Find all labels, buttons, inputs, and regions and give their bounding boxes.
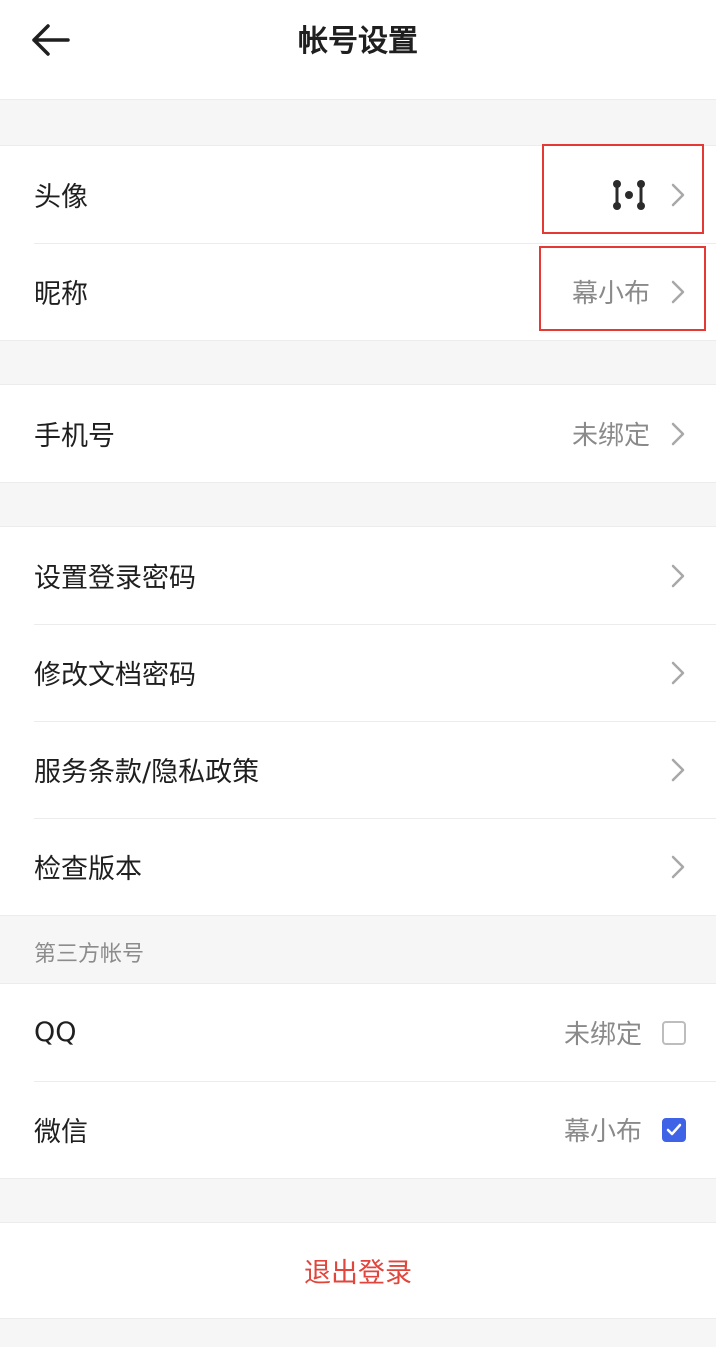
nickname-row[interactable]: 昵称 幕小布 (0, 243, 716, 340)
settings-group: 设置登录密码 修改文档密码 服务条款/隐私政策 检查版本 (0, 526, 716, 916)
change-document-password-row[interactable]: 修改文档密码 (0, 624, 716, 721)
avatar-label: 头像 (34, 182, 88, 213)
phone-value: 未绑定 (571, 421, 650, 451)
phone-label: 手机号 (34, 421, 115, 452)
third-party-section-label: 第三方帐号 (34, 942, 145, 967)
qq-row[interactable]: QQ 未绑定 (0, 984, 716, 1081)
set-login-password-row[interactable]: 设置登录密码 (0, 527, 716, 624)
account-settings-page: 帐号设置 头像 昵称 幕小布 手机号 未绑定 设置登录密码 修改文档密码 服务条… (0, 0, 716, 1347)
wechat-bind-checkbox[interactable] (662, 1117, 686, 1142)
wechat-label: 微信 (34, 1117, 88, 1148)
wechat-row[interactable]: 微信 幕小布 (0, 1081, 716, 1178)
nickname-label: 昵称 (34, 279, 88, 310)
qq-value: 未绑定 (563, 1020, 642, 1050)
chevron-right-icon (670, 854, 686, 880)
change-document-password-label: 修改文档密码 (34, 660, 196, 691)
page-title: 帐号设置 (298, 24, 418, 59)
chevron-right-icon (670, 660, 686, 686)
logout-label: 退出登录 (304, 1258, 412, 1289)
set-login-password-label: 设置登录密码 (34, 563, 196, 594)
checkmark-icon (666, 1123, 682, 1137)
qq-bind-checkbox[interactable] (662, 1020, 686, 1045)
terms-privacy-row[interactable]: 服务条款/隐私政策 (0, 721, 716, 818)
qq-label: QQ (34, 1017, 77, 1048)
chevron-right-icon (670, 279, 686, 305)
phone-group: 手机号 未绑定 (0, 384, 716, 483)
chevron-right-icon (670, 182, 686, 208)
avatar-row[interactable]: 头像 (0, 146, 716, 243)
third-party-group: QQ 未绑定 微信 幕小布 (0, 983, 716, 1179)
header-bar: 帐号设置 (0, 0, 716, 100)
profile-group: 头像 昵称 幕小布 (0, 145, 716, 341)
terms-privacy-label: 服务条款/隐私政策 (34, 757, 260, 788)
chevron-right-icon (670, 421, 686, 447)
nickname-value: 幕小布 (571, 279, 650, 309)
chevron-right-icon (670, 757, 686, 783)
check-version-row[interactable]: 检查版本 (0, 818, 716, 915)
logo-icon (612, 179, 646, 211)
check-version-label: 检查版本 (34, 854, 142, 885)
wechat-value: 幕小布 (563, 1117, 642, 1147)
logout-button[interactable]: 退出登录 (0, 1222, 716, 1319)
chevron-right-icon (670, 563, 686, 589)
phone-row[interactable]: 手机号 未绑定 (0, 385, 716, 482)
